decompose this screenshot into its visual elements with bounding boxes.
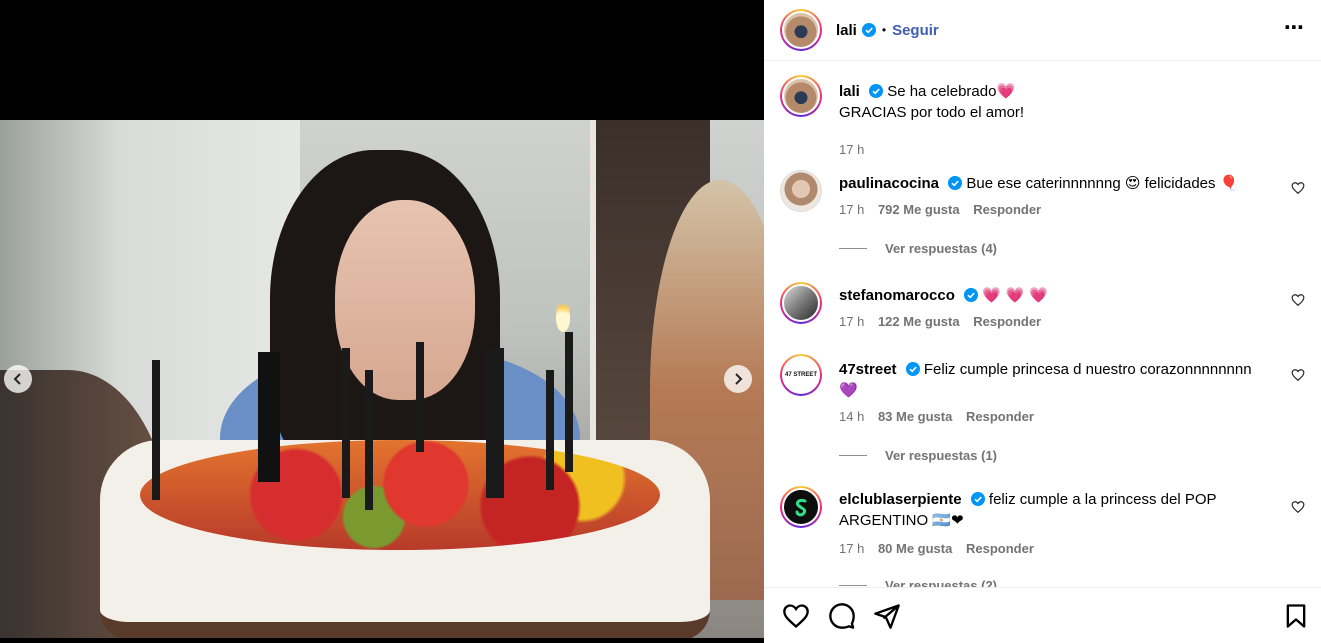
caption-timestamp[interactable]: 17 h [839,142,864,157]
caption-author-avatar[interactable] [780,75,822,117]
caption-line-2: GRACIAS por todo el amor! [839,104,1025,121]
commenter-username[interactable]: elclublaserpiente [839,491,962,508]
comments-section[interactable]: lali Se ha celebrado💗 GRACIAS por todo e… [764,61,1321,587]
verified-badge-icon [861,23,876,37]
verified-badge-icon [905,362,920,376]
view-replies-label: Ver respuestas (1) [885,448,998,463]
caption-username[interactable]: lali [839,83,860,100]
post-actions-bar [764,587,1321,643]
caption-line-1: Se ha celebrado [887,83,997,100]
send-icon[interactable] [873,602,901,630]
commenter-username[interactable]: 47street [839,361,897,378]
chevron-right-icon [735,373,743,385]
post-media [0,0,764,643]
comment-likes[interactable]: 792 Me gusta [878,202,960,217]
commenter-avatar[interactable]: 47 STREET [780,354,822,396]
like-comment-heart-icon[interactable] [1291,293,1305,307]
reply-button[interactable]: Responder [973,314,1041,329]
serpent-logo-icon [795,499,807,517]
like-comment-heart-icon[interactable] [1291,368,1305,382]
comment-text: 💗 💗 💗 [982,286,1048,304]
comment-timestamp[interactable]: 17 h [839,541,864,556]
comment-icon[interactable] [828,602,856,630]
comment-timestamp[interactable]: 17 h [839,314,864,329]
commenter-username[interactable]: stefanomarocco [839,287,955,304]
view-replies-button[interactable]: Ver respuestas (1) [839,448,997,463]
verified-badge-icon [970,492,985,506]
comment-likes[interactable]: 80 Me gusta [878,541,952,556]
author-username[interactable]: lali [836,22,857,39]
verified-badge-icon [948,176,963,190]
reply-button[interactable]: Responder [973,202,1041,217]
view-replies-label: Ver respuestas (2) [885,578,998,587]
more-options-icon[interactable]: ⋯ [1284,18,1305,38]
comment-likes[interactable]: 122 Me gusta [878,314,960,329]
view-replies-button[interactable]: Ver respuestas (4) [839,241,997,256]
commenter-avatar[interactable] [780,170,822,212]
like-comment-heart-icon[interactable] [1291,500,1305,514]
heart-emoji: 💗 [996,82,1016,100]
next-photo-button[interactable] [724,365,752,393]
verified-badge-icon [869,84,884,98]
commenter-username[interactable]: paulinacocina [839,175,939,192]
verified-badge-icon [964,288,979,302]
follow-button[interactable]: Seguir [892,22,939,39]
separator-dot: • [881,23,887,37]
heart-icon[interactable] [782,602,810,630]
commenter-avatar[interactable] [780,486,822,528]
post-photo [0,120,764,638]
post-sidebar: lali • Seguir ⋯ lali Se ha celebrado💗 GR… [764,0,1321,643]
view-replies-button[interactable]: Ver respuestas (2) [839,578,997,587]
comment-text: Feliz cumple princesa d nuestro corazonn… [839,361,1252,399]
bookmark-icon[interactable] [1282,602,1310,630]
comment-text: Bue ese caterinnnnnng 😍 felicidades 🎈 [966,175,1239,192]
post-header: lali • Seguir ⋯ [764,0,1321,61]
reply-button[interactable]: Responder [966,409,1034,424]
chevron-left-icon [13,373,21,385]
author-avatar[interactable] [780,9,822,51]
comment-likes[interactable]: 83 Me gusta [878,409,952,424]
comment-timestamp[interactable]: 14 h [839,409,864,424]
previous-photo-button[interactable] [4,365,32,393]
view-replies-label: Ver respuestas (4) [885,241,998,256]
comment-timestamp[interactable]: 17 h [839,202,864,217]
like-comment-heart-icon[interactable] [1291,181,1305,195]
reply-button[interactable]: Responder [966,541,1034,556]
commenter-avatar[interactable] [780,282,822,324]
avatar-wordmark: 47 STREET [782,356,820,394]
